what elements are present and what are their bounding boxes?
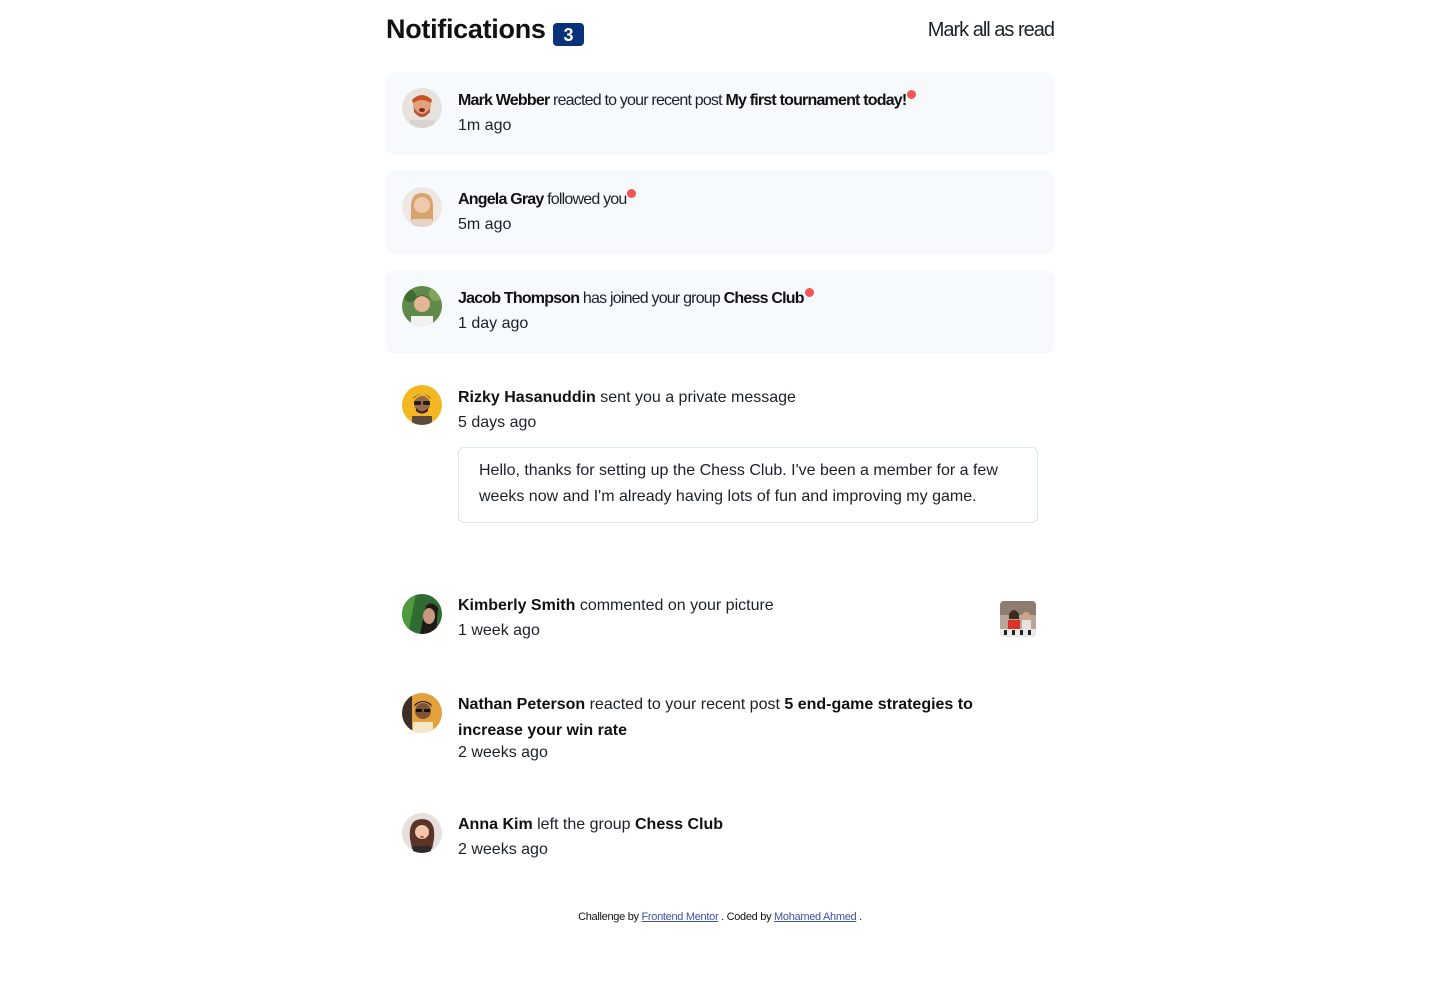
unread-dot-icon [627, 189, 637, 198]
notification-item[interactable]: Angela Gray followed you 5m ago [386, 171, 1054, 254]
avatar-anna-kim[interactable] [402, 813, 442, 853]
notification-action: followed you [547, 191, 627, 208]
notification-body: Mark Webber reacted to your recent post … [458, 88, 1018, 138]
attribution-footer: Challenge by Frontend Mentor . Coded by … [0, 911, 1440, 923]
footer-suffix: . [859, 911, 862, 923]
unread-count-badge: 3 [553, 23, 584, 46]
notification-item[interactable]: Mark Webber reacted to your recent post … [386, 72, 1054, 155]
avatar-rizky-hasanuddin[interactable] [402, 385, 442, 425]
notification-user-name[interactable]: Nathan Peterson [458, 696, 585, 713]
notification-item[interactable]: Nathan Peterson reacted to your recent p… [386, 676, 1054, 781]
notification-user-name[interactable]: Anna Kim [458, 816, 533, 833]
avatar-kimberly-smith[interactable] [402, 594, 442, 634]
notification-action: reacted to your recent post [589, 696, 780, 713]
notification-time: 1 week ago [458, 622, 540, 639]
notification-action: commented on your picture [579, 597, 774, 614]
notification-action: left the group [537, 816, 631, 833]
notification-user-name[interactable]: Angela Gray [458, 191, 544, 208]
notification-user-name[interactable]: Jacob Thompson [458, 290, 580, 307]
notification-body: Rizky Hasanuddin sent you a private mess… [458, 385, 1018, 435]
notification-text: Nathan Peterson reacted to your recent p… [458, 692, 1018, 744]
notification-body: Anna Kim left the group Chess Club 2 wee… [458, 812, 1018, 862]
avatar-jacob-thompson[interactable] [402, 286, 442, 326]
notification-time: 2 weeks ago [458, 744, 548, 761]
notification-text: Anna Kim left the group Chess Club [458, 812, 1018, 838]
notification-item[interactable]: Anna Kim left the group Chess Club 2 wee… [386, 796, 1054, 879]
avatar-nathan-peterson[interactable] [402, 693, 442, 733]
frontend-mentor-link[interactable]: Frontend Mentor [641, 911, 718, 923]
notification-text: Angela Gray followed you [458, 187, 1018, 213]
notification-time: 1 day ago [458, 315, 529, 332]
page-title: Notifications [386, 14, 546, 44]
footer-prefix: Challenge by [578, 911, 639, 923]
notification-body: Angela Gray followed you 5m ago [458, 187, 1018, 237]
notification-item[interactable]: Rizky Hasanuddin sent you a private mess… [386, 369, 1054, 559]
notification-action: has joined your group [582, 290, 721, 307]
notification-text: Mark Webber reacted to your recent post … [458, 88, 1018, 114]
notification-body: Jacob Thompson has joined your group Che… [458, 286, 1018, 336]
notification-item[interactable]: Jacob Thompson has joined your group Che… [386, 270, 1054, 353]
notification-user-name[interactable]: Mark Webber [458, 92, 550, 109]
avatar-angela-gray[interactable] [402, 187, 442, 227]
notification-user-name[interactable]: Kimberly Smith [458, 597, 575, 614]
notification-action: reacted to your recent post [553, 92, 723, 109]
notification-text: Kimberly Smith commented on your picture [458, 593, 1018, 619]
avatar-mark-webber[interactable] [402, 88, 442, 128]
mark-all-read-button[interactable]: Mark all as read [928, 19, 1055, 42]
unread-dot-icon [804, 288, 814, 297]
notification-target-group[interactable]: Chess Club [635, 816, 723, 833]
notification-time: 5m ago [458, 216, 512, 233]
notifications-panel: Notifications 3 Mark all as read Mark We… [386, 0, 1055, 858]
notification-target-post[interactable]: My first tournament today! [725, 92, 907, 109]
notification-body: Nathan Peterson reacted to your recent p… [458, 692, 1018, 765]
unread-dot-icon [907, 90, 917, 99]
private-message-preview[interactable]: Hello, thanks for setting up the Chess C… [458, 447, 1038, 523]
notification-user-name[interactable]: Rizky Hasanuddin [458, 389, 596, 406]
notification-item[interactable]: Kimberly Smith commented on your picture… [386, 577, 1054, 660]
notification-target-group[interactable]: Chess Club [724, 290, 805, 307]
footer-middle: . Coded by [721, 911, 772, 923]
notification-action: sent you a private message [600, 389, 796, 406]
notification-text: Rizky Hasanuddin sent you a private mess… [458, 385, 1018, 411]
notification-time: 1m ago [458, 117, 512, 134]
header: Notifications 3 Mark all as read [386, 0, 1055, 72]
commented-picture-thumbnail[interactable] [1000, 601, 1036, 637]
notification-text: Jacob Thompson has joined your group Che… [458, 286, 1018, 312]
notification-time: 2 weeks ago [458, 841, 548, 858]
notification-time: 5 days ago [458, 414, 537, 431]
notification-body: Kimberly Smith commented on your picture… [458, 593, 1018, 643]
author-link[interactable]: Mohamed Ahmed [774, 911, 857, 923]
